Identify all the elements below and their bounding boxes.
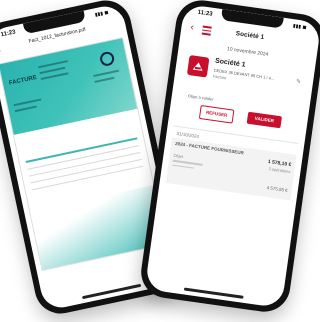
validation-screen: 11:23 ▮▮▮ ◼ ‹ Société 1 10 novembre 2024… [144, 3, 320, 309]
refuse-button[interactable]: REFUSER [198, 105, 235, 124]
comment-text: Objet à valider [187, 93, 214, 102]
row-bottom-amount: 4 575,85 € [266, 185, 289, 193]
status-time: 11:23 [197, 9, 213, 18]
invoice-document: FACTURE [0, 37, 168, 272]
phone-front-mockup: 11:23 ▮▮▮ ◼ ‹ Société 1 10 novembre 2024… [137, 0, 320, 315]
bank-logo-icon [186, 54, 210, 78]
row-label: 2024 - FACTURE FOURNISSEUR [174, 140, 245, 156]
home-indicator [183, 287, 244, 299]
company-logo-icon [98, 50, 116, 68]
validate-button[interactable]: VALIDER [246, 111, 282, 129]
home-indicator [81, 283, 142, 300]
invoice-title: FACTURE [8, 74, 38, 87]
operation-type: Facture [212, 73, 227, 81]
company-name: Société 1 [214, 57, 246, 69]
invoice-table [25, 137, 145, 196]
row-left-text: Objet [173, 152, 184, 160]
attachment-icon[interactable]: ✎ [295, 78, 301, 86]
operation-row[interactable]: 2024 - FACTURE FOURNISSEUR 1 578,10 € 3 … [165, 137, 297, 201]
status-time: 11:23 [0, 29, 17, 39]
operation-card[interactable]: Société 1 CEDEX 35 DEVANT 95 CH 1 / 4...… [173, 50, 310, 144]
signal-icon: ▮▮▮ ◼ [292, 23, 307, 31]
signal-icon: ▮▮▮ ◼ [94, 9, 110, 19]
